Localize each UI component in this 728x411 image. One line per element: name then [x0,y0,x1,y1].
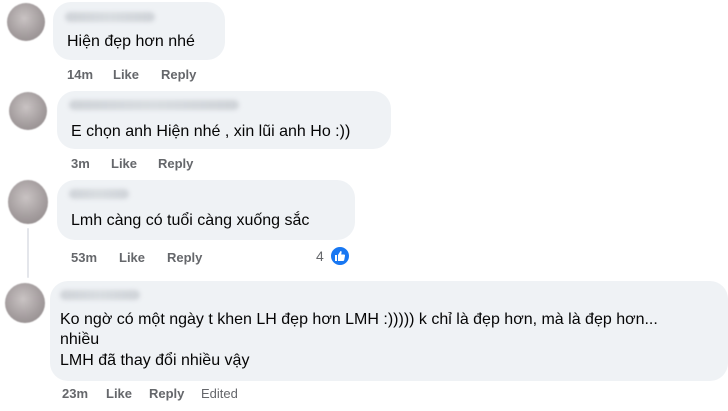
comment-text: Ko ngờ có một ngày t khen LH đẹp hơn LMH… [60,311,658,328]
comment-bubble: Ko ngờ có một ngày t khen LH đẹp hơn LMH… [50,281,728,381]
like-button[interactable]: Like [106,386,132,401]
comment-text: E chọn anh Hiện nhé , xin lũi anh Ho :)) [71,123,351,140]
comment-bubble: Hiện đẹp hơn nhé [53,2,225,60]
comment-text: nhiều [60,331,100,348]
avatar[interactable] [7,3,45,41]
like-button[interactable]: Like [119,250,145,265]
commenter-name-redacted[interactable] [60,290,140,300]
avatar[interactable] [8,180,48,224]
comment-bubble: E chọn anh Hiện nhé , xin lũi anh Ho :)) [57,91,391,149]
thread-line [27,228,29,278]
comment-actions: 14m Like Reply [67,67,227,83]
like-button[interactable]: Like [113,67,139,82]
avatar[interactable] [9,92,47,130]
reply-button[interactable]: Reply [158,156,193,171]
commenter-name-redacted[interactable] [65,12,155,22]
comment-actions: 3m Like Reply [71,156,231,172]
commenter-name-redacted[interactable] [69,189,129,199]
commenter-name-redacted[interactable] [69,100,239,110]
reply-button[interactable]: Reply [149,386,184,401]
reply-button[interactable]: Reply [161,67,196,82]
comment-actions: 53m Like Reply [71,250,231,266]
comment-timestamp[interactable]: 53m [71,250,97,265]
thumbs-up-glyph [335,251,346,261]
reply-button[interactable]: Reply [167,250,202,265]
comment-timestamp[interactable]: 23m [62,386,88,401]
comment-text: LMH đã thay đổi nhiều vậy [60,352,250,369]
like-button[interactable]: Like [111,156,137,171]
comment-text: Hiện đẹp hơn nhé [67,33,195,50]
comment-actions: 23m Like Reply Edited [62,386,262,402]
avatar[interactable] [5,283,45,323]
comment-bubble: Lmh càng có tuổi càng xuống sắc [57,180,355,240]
comment-text: Lmh càng có tuổi càng xuống sắc [71,212,310,229]
comment-timestamp[interactable]: 14m [67,67,93,82]
reaction-count[interactable]: 4 [316,248,324,264]
comment-timestamp[interactable]: 3m [71,156,90,171]
thumbs-up-icon[interactable] [329,245,351,267]
edited-label: Edited [201,386,238,401]
